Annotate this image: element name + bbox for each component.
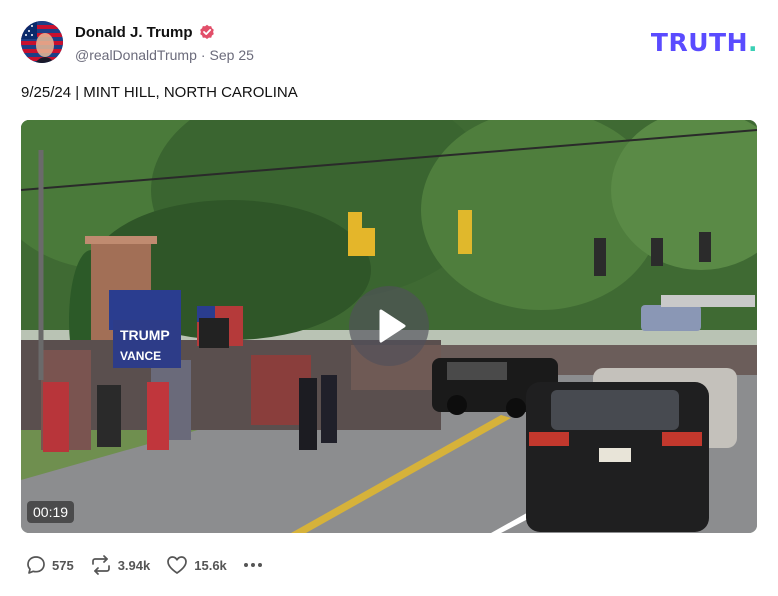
meta-separator: · <box>200 47 206 63</box>
display-name[interactable]: Donald J. Trump <box>75 24 193 41</box>
video-duration: 00:19 <box>27 501 75 523</box>
play-icon <box>379 309 406 343</box>
sign-vance: VANCE <box>120 349 161 363</box>
post-text: 9/25/24 | MINT HILL, NORTH CAROLINA <box>21 84 298 101</box>
play-button[interactable] <box>349 286 429 366</box>
like-button[interactable]: 15.6k <box>166 555 227 575</box>
verified-badge-icon <box>199 24 215 40</box>
reply-icon <box>27 556 45 574</box>
avatar[interactable] <box>21 21 63 63</box>
reply-button[interactable]: 575 <box>26 555 74 575</box>
name-row: Donald J. Trump <box>75 22 254 42</box>
author-handle[interactable]: @realDonaldTrump <box>75 47 197 63</box>
post-date[interactable]: Sep 25 <box>210 47 254 63</box>
meta-row: @realDonaldTrump · Sep 25 <box>75 47 254 63</box>
more-icon <box>243 563 262 567</box>
repost-button[interactable]: 3.94k <box>90 555 151 575</box>
repost-count: 3.94k <box>117 557 151 573</box>
video-player[interactable]: TRUMP VANCE 00:19 <box>21 120 757 533</box>
action-bar: 575 3.94k 15.6k <box>26 555 263 575</box>
sign-trump: TRUMP <box>120 327 170 343</box>
brand-name: TRUTH <box>650 28 748 57</box>
repost-icon <box>91 555 110 575</box>
brand-dot: . <box>748 28 758 57</box>
heart-icon <box>167 556 188 574</box>
like-count: 15.6k <box>194 557 227 573</box>
truth-post: Donald J. Trump @realDonaldTrump · Sep 25 … <box>0 0 778 596</box>
flag-portrait-avatar <box>21 21 63 63</box>
reply-count: 575 <box>52 557 74 573</box>
author-block: Donald J. Trump @realDonaldTrump · Sep 25 <box>75 22 254 64</box>
truth-social-logo[interactable]: TRUTH. <box>651 28 758 57</box>
more-options-button[interactable] <box>243 555 263 575</box>
